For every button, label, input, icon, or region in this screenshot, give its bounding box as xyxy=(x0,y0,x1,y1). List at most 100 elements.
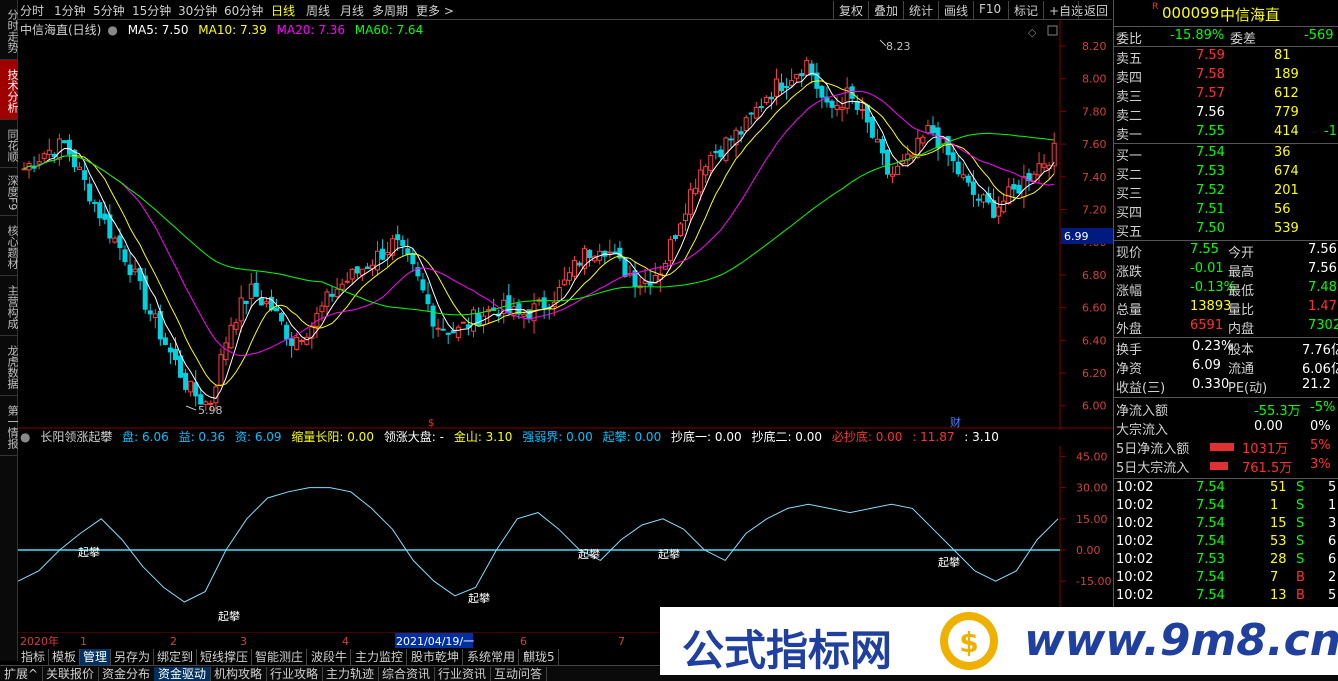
tab-60min[interactable]: 60分钟 xyxy=(224,2,263,19)
candle-body xyxy=(395,234,401,241)
btab-zhibiao[interactable]: 指标 xyxy=(18,649,50,665)
ask-volume: 189 xyxy=(1274,67,1299,82)
price-axis-label: 6.20 xyxy=(1082,367,1107,380)
tab-more[interactable]: 更多 > xyxy=(416,2,454,19)
nav-qingbao[interactable]: 第一情报 xyxy=(0,396,19,456)
candle-body xyxy=(975,198,981,201)
candle-body xyxy=(238,297,244,322)
candle-body xyxy=(955,161,961,175)
bid-price: 7.54 xyxy=(1196,145,1225,160)
v2-value: : 3.10 xyxy=(964,430,999,444)
btab-boduanniu[interactable]: 波段牛 xyxy=(308,649,352,665)
time-axis-label: 3 xyxy=(240,635,247,648)
nav-f9[interactable]: 深度F9 xyxy=(0,168,19,216)
btab-moban[interactable]: 模板 xyxy=(49,649,81,665)
quote-label: 内盘 xyxy=(1228,322,1255,337)
indicator-settings-icon[interactable]: ● xyxy=(20,430,30,444)
fund-value: 21.2 xyxy=(1302,377,1331,392)
diejia-button[interactable]: 叠加 xyxy=(868,1,903,19)
bb-hangyezixun[interactable]: 行业资讯 xyxy=(434,667,492,681)
biaoji-button[interactable]: 标记 xyxy=(1008,1,1043,19)
quote-value: 7.56 xyxy=(1308,261,1337,276)
candlestick-chart[interactable]: 8.208.007.807.607.407.207.006.806.606.40… xyxy=(18,20,1113,430)
btab-gushi[interactable]: 股市乾坤 xyxy=(408,649,464,665)
indicator-chart[interactable]: 45.0030.0015.000.00-15.00 起攀起攀起攀起攀 起攀起攀 xyxy=(18,446,1113,632)
ask-price: 7.58 xyxy=(1196,67,1225,82)
quote-label: 外盘 xyxy=(1116,322,1143,337)
candle-body xyxy=(571,260,577,277)
ma5-line xyxy=(23,72,1055,399)
candle-body xyxy=(132,268,138,273)
candle-body xyxy=(996,206,1002,217)
indicator-name: 长阳领涨起攀 xyxy=(40,430,113,444)
candle-body xyxy=(228,324,234,349)
candle-body xyxy=(910,154,916,158)
btab-qilong[interactable]: 麒珑5 xyxy=(520,649,559,665)
candle-body xyxy=(400,239,406,247)
btab-lingcunwei[interactable]: 另存为 xyxy=(111,649,155,665)
bb-hudong[interactable]: 互动问答 xyxy=(490,667,548,681)
bb-zhuliguiji[interactable]: 主力轨迹 xyxy=(322,667,380,681)
nav-jishu[interactable]: 技术分析 xyxy=(0,60,19,120)
quote-label: 量比 xyxy=(1228,303,1255,318)
btab-guanli[interactable]: 管理 xyxy=(80,649,112,665)
nav-fenshi[interactable]: 分时走势 xyxy=(0,0,19,60)
btab-xitong[interactable]: 系统常用 xyxy=(464,649,520,665)
ask-label: 卖四 xyxy=(1116,71,1143,86)
candle-body xyxy=(577,262,582,266)
huaxian-button[interactable]: 画线 xyxy=(938,1,973,19)
ask-volume: 779 xyxy=(1274,105,1299,120)
maximize-icon[interactable] xyxy=(1047,25,1058,36)
fuquan-button[interactable]: 复权 xyxy=(833,1,868,19)
candle-body xyxy=(77,166,83,170)
tab-weekly[interactable]: 周线 xyxy=(306,2,330,19)
tab-1min[interactable]: 1分钟 xyxy=(54,2,86,19)
tab-fenshi[interactable]: 分时 xyxy=(20,2,44,19)
btab-bangdingdao[interactable]: 绑定到 xyxy=(154,649,198,665)
bb-kuozhan[interactable]: 扩展^ xyxy=(0,667,44,681)
btab-duanxian[interactable]: 短线撑压 xyxy=(197,649,253,665)
fund-label: 股本 xyxy=(1228,343,1255,358)
tongji-button[interactable]: 统计 xyxy=(903,1,938,19)
diamond-icon[interactable]: ◇ xyxy=(1028,26,1037,39)
candle-body xyxy=(1041,163,1047,168)
bb-zijinfenbu[interactable]: 资金分布 xyxy=(98,667,156,681)
candle-body xyxy=(263,301,269,305)
bb-zonghe[interactable]: 综合资讯 xyxy=(378,667,436,681)
tab-5min[interactable]: 5分钟 xyxy=(93,2,125,19)
bid-price: 7.51 xyxy=(1196,202,1225,217)
bb-hangye[interactable]: 行业攻略 xyxy=(266,667,324,681)
btab-zhineng[interactable]: 智能测庄 xyxy=(252,649,308,665)
nav-tonghuashun[interactable]: 同花顺 xyxy=(0,120,19,168)
ma10-line xyxy=(23,80,1055,386)
tab-monthly[interactable]: 月线 xyxy=(340,2,364,19)
candle-body xyxy=(233,322,239,330)
flow-label: 净流入额 xyxy=(1116,404,1169,419)
candle-body xyxy=(349,268,355,280)
tab-30min[interactable]: 30分钟 xyxy=(178,2,217,19)
nav-zhuying[interactable]: 主营构成 xyxy=(0,276,19,336)
bichaodi-value: 必抄底: 0.00 xyxy=(831,430,903,444)
candle-body xyxy=(970,181,976,195)
candle-body xyxy=(334,288,340,298)
tab-multi-period[interactable]: 多周期 xyxy=(372,2,408,19)
tab-15min[interactable]: 15分钟 xyxy=(132,2,171,19)
f10-button[interactable]: F10 xyxy=(973,1,1006,19)
tab-daily[interactable]: 日线 xyxy=(271,2,295,19)
bid-label: 买二 xyxy=(1116,168,1143,183)
ask-label: 卖五 xyxy=(1116,52,1143,67)
flow-label: 大宗流入 xyxy=(1116,423,1169,438)
flow-bar xyxy=(1210,443,1234,451)
ask-volume: 81 xyxy=(1274,48,1291,63)
back-button[interactable]: 返回 xyxy=(1078,1,1113,19)
chaodi2-value: 抄底二: 0.00 xyxy=(751,430,823,444)
bb-jigou[interactable]: 机构攻略 xyxy=(210,667,268,681)
nav-ticai[interactable]: 核心题材 xyxy=(0,216,19,276)
sub-axis-label: 15.00 xyxy=(1076,513,1108,526)
btab-zhuli[interactable]: 主力监控 xyxy=(352,649,408,665)
left-vertical-nav: 分时走势 技术分析 同花顺 深度F9 核心题材 主营构成 龙虎数据 第一情报 xyxy=(0,0,19,661)
nav-longhu[interactable]: 龙虎数据 xyxy=(0,336,19,396)
bb-guanlian[interactable]: 关联报价 xyxy=(42,667,100,681)
candle-body xyxy=(1031,173,1037,182)
bb-zijinqudong[interactable]: 资金驱动 xyxy=(154,667,212,681)
